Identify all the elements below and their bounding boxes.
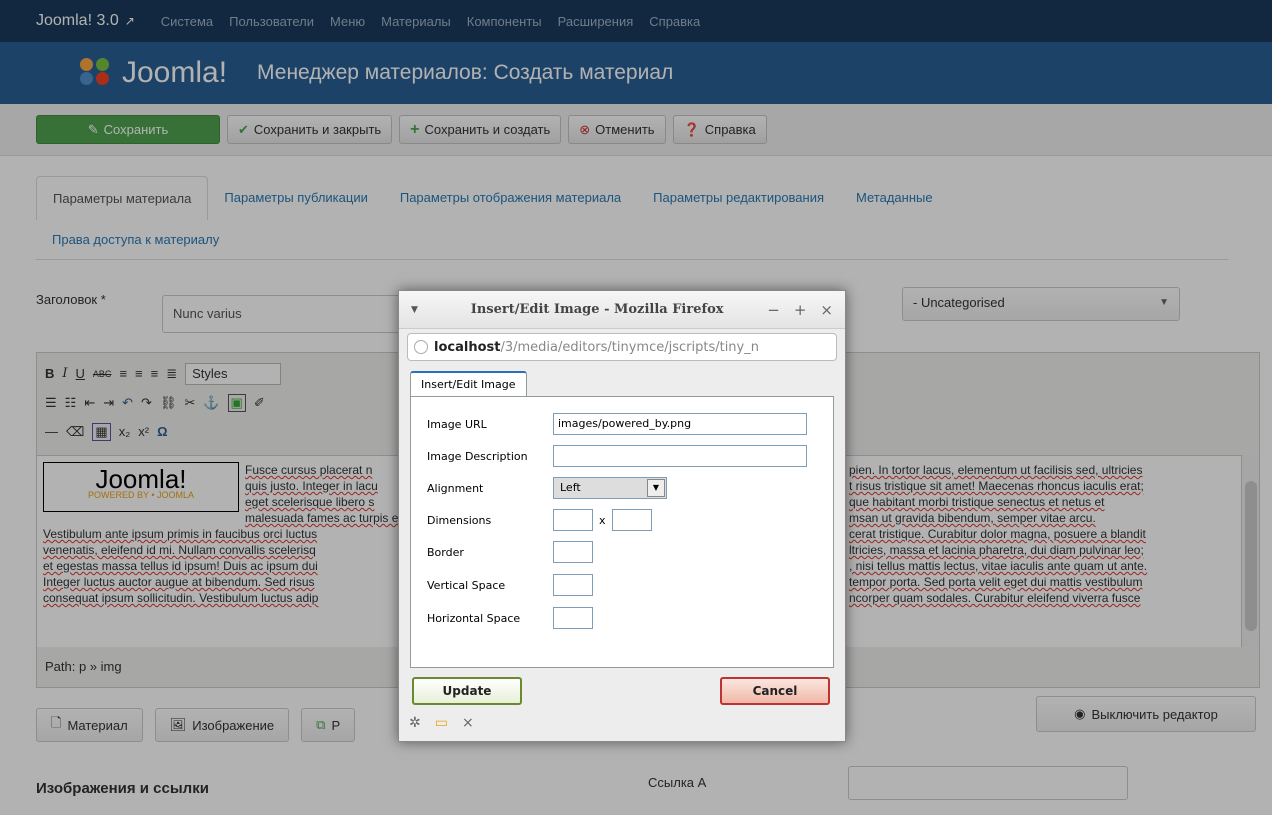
- window-title: Insert/Edit Image - Mozilla Firefox: [470, 302, 724, 317]
- screenshot-icon[interactable]: ▭: [435, 715, 448, 731]
- dimension-separator: x: [599, 513, 606, 527]
- image-url-input[interactable]: images/powered_by.png: [553, 413, 807, 435]
- url-bar[interactable]: localhost /3/media/editors/tinymce/jscri…: [407, 333, 837, 361]
- url-path: /3/media/editors/tinymce/jscripts/tiny_n: [500, 339, 759, 355]
- dropdown-arrow-icon: ▼: [647, 479, 665, 497]
- dialog-cancel-button[interactable]: Cancel: [720, 677, 830, 705]
- border-input[interactable]: [553, 541, 593, 563]
- border-label: Border: [427, 545, 464, 559]
- width-input[interactable]: [553, 509, 593, 531]
- dimensions-label: Dimensions: [427, 513, 492, 527]
- image-url-label: Image URL: [427, 417, 487, 431]
- vspace-label: Vertical Space: [427, 578, 506, 592]
- dialog-panel: Image URL images/powered_by.png Image De…: [410, 396, 834, 668]
- maximize-icon[interactable]: +: [794, 301, 807, 319]
- window-menu-icon[interactable]: ▼: [411, 305, 441, 315]
- vspace-input[interactable]: [553, 574, 593, 596]
- addon-icon[interactable]: ✲: [409, 715, 421, 731]
- alignment-select[interactable]: Left ▼: [553, 477, 667, 499]
- row-alignment: Alignment Left ▼: [427, 477, 667, 499]
- window-statusbar: ✲ ▭ ×: [409, 715, 488, 731]
- row-hspace: Horizontal Space: [427, 607, 593, 629]
- hspace-label: Horizontal Space: [427, 611, 521, 625]
- insert-image-window: ▼ Insert/Edit Image - Mozilla Firefox − …: [398, 290, 846, 742]
- tab-insert-edit-image[interactable]: Insert/Edit Image: [410, 371, 527, 397]
- globe-icon: [414, 340, 428, 354]
- window-titlebar[interactable]: ▼ Insert/Edit Image - Mozilla Firefox − …: [399, 291, 845, 329]
- height-input[interactable]: [611, 509, 652, 531]
- update-button[interactable]: Update: [412, 677, 522, 705]
- row-dimensions: Dimensions x: [427, 509, 652, 531]
- statusbar-close-icon[interactable]: ×: [462, 715, 474, 731]
- alignment-label: Alignment: [427, 481, 484, 495]
- dialog-body: Insert/Edit Image Image URL images/power…: [410, 371, 834, 669]
- row-image-description: Image Description: [427, 445, 807, 467]
- image-description-label: Image Description: [427, 449, 528, 463]
- hspace-input[interactable]: [553, 607, 593, 629]
- minimize-icon[interactable]: −: [767, 301, 780, 319]
- alignment-value: Left: [560, 481, 581, 494]
- url-host: localhost: [434, 339, 501, 355]
- row-border: Border: [427, 541, 593, 563]
- row-image-url: Image URL images/powered_by.png: [427, 413, 807, 435]
- row-vspace: Vertical Space: [427, 574, 593, 596]
- close-icon[interactable]: ×: [820, 301, 833, 319]
- image-description-input[interactable]: [553, 445, 807, 467]
